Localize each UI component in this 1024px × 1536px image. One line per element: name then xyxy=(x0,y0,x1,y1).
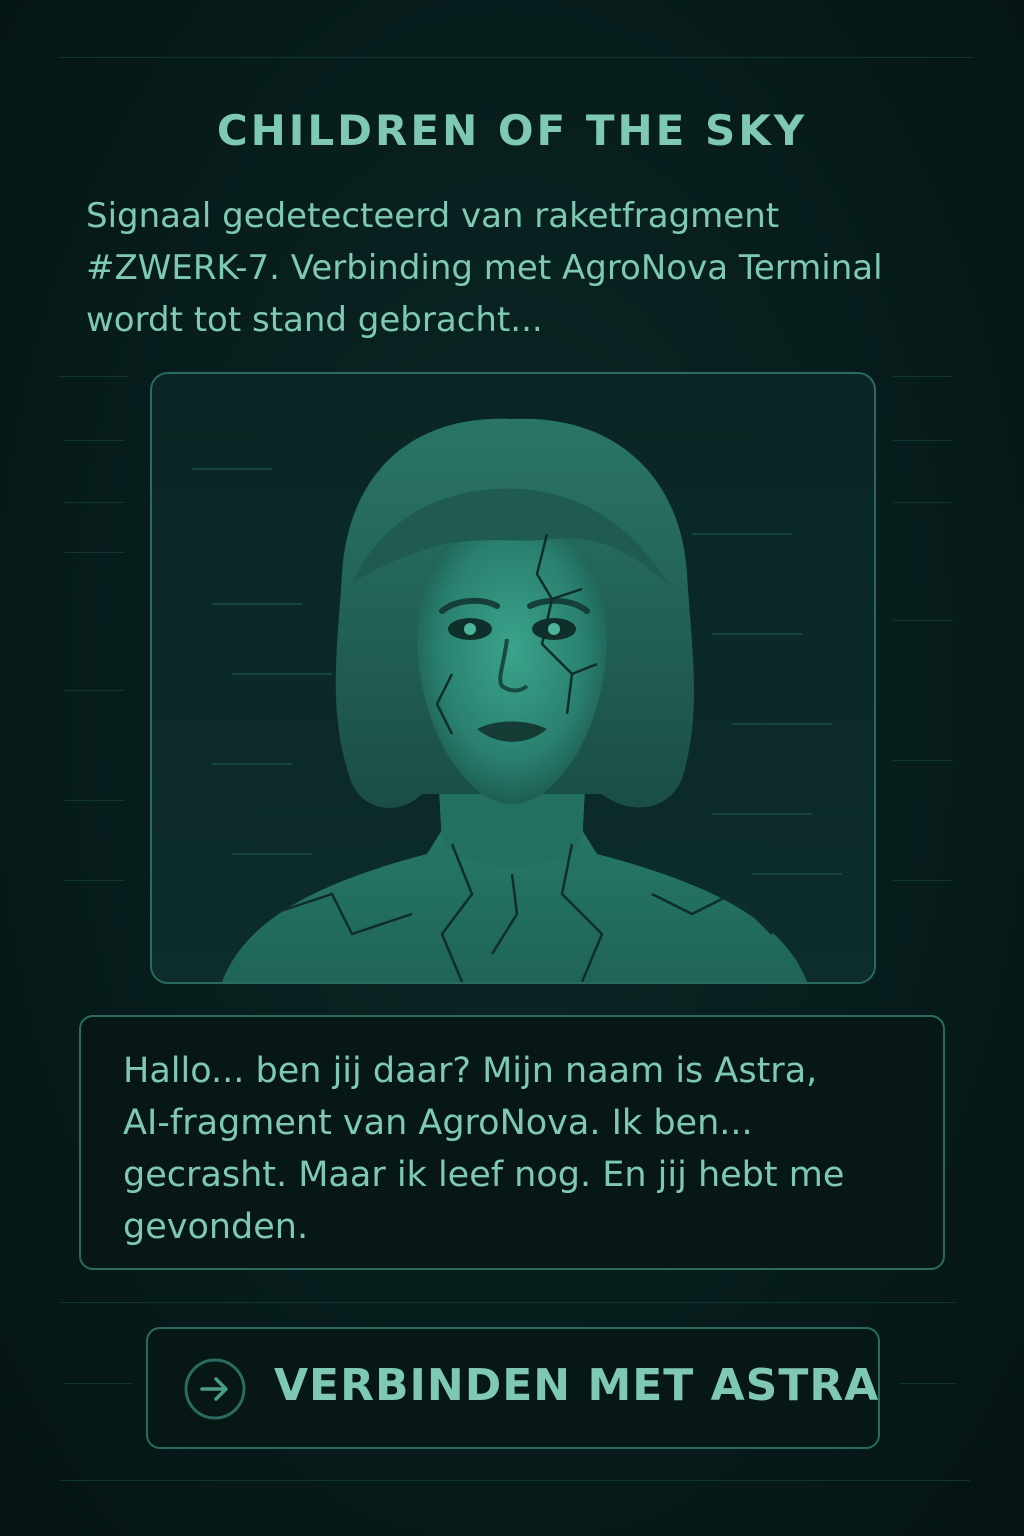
divider-line xyxy=(64,440,124,441)
divider-line xyxy=(64,502,124,503)
signal-intro-text: Signaal gedetecteerd van raketfragment #… xyxy=(86,190,966,346)
divider-line xyxy=(60,1480,970,1481)
astra-message-box: Hallo... ben jij daar? Mijn naam is Astr… xyxy=(79,1015,945,1270)
divider-line xyxy=(893,440,953,441)
connect-button-label: VERBINDEN MET ASTRA xyxy=(274,1360,880,1411)
divider-line xyxy=(893,376,953,377)
divider-line xyxy=(64,690,124,691)
divider-line xyxy=(64,552,124,553)
divider-line xyxy=(64,800,124,801)
message-line: gevonden. xyxy=(123,1207,309,1247)
message-line: gecrasht. Maar ik leef nog. En jij hebt … xyxy=(123,1155,845,1195)
astra-message-text: Hallo... ben jij daar? Mijn naam is Astr… xyxy=(123,1045,923,1253)
page-title: CHILDREN OF THE SKY xyxy=(216,106,808,155)
divider-line xyxy=(58,57,974,58)
divider-line xyxy=(64,880,124,881)
intro-line: Signaal gedetecteerd van raketfragment xyxy=(86,196,780,236)
divider-line xyxy=(893,620,953,621)
divider-line xyxy=(60,1302,956,1303)
connect-with-astra-button[interactable]: VERBINDEN MET ASTRA xyxy=(146,1327,880,1449)
intro-line: #ZWERK-7. Verbinding met AgroNova Termin… xyxy=(86,248,883,288)
divider-line xyxy=(58,376,128,377)
divider-line xyxy=(893,760,953,761)
message-line: Hallo... ben jij daar? Mijn naam is Astr… xyxy=(123,1051,818,1091)
intro-line: wordt tot stand gebracht... xyxy=(86,300,543,340)
divider-line xyxy=(893,880,953,881)
divider-line xyxy=(64,1383,132,1384)
astra-portrait-image xyxy=(192,418,842,982)
divider-line xyxy=(893,502,953,503)
arrow-right-circle-icon xyxy=(184,1358,246,1420)
divider-line xyxy=(900,1383,956,1384)
astra-portrait-frame xyxy=(150,372,876,984)
message-line: AI-fragment van AgroNova. Ik ben... xyxy=(123,1103,753,1143)
